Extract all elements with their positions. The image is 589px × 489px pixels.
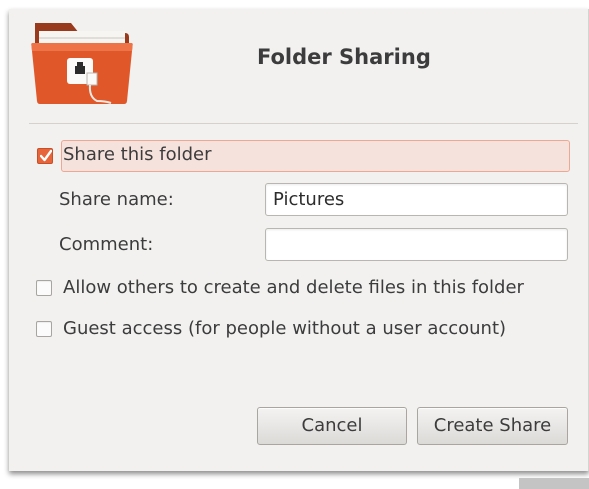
share-name-label: Share name: [59, 189, 174, 210]
folder-sharing-dialog: Folder Sharing Share this folder Share n… [9, 9, 589, 471]
allow-others-label[interactable]: Allow others to create and delete files … [63, 277, 524, 298]
share-folder-checkbox[interactable] [37, 148, 53, 164]
folder-share-icon [31, 23, 133, 104]
cancel-button[interactable]: Cancel [257, 407, 407, 445]
share-folder-label[interactable]: Share this folder [63, 144, 211, 165]
screen: Folder Sharing Share this folder Share n… [0, 0, 589, 489]
divider [29, 123, 578, 124]
comment-input[interactable] [265, 228, 568, 261]
allow-others-checkbox[interactable] [36, 280, 52, 296]
guest-access-checkbox[interactable] [36, 321, 52, 337]
dialog-title: Folder Sharing [257, 45, 431, 69]
guest-access-label[interactable]: Guest access (for people without a user … [63, 318, 506, 339]
checkmark-icon [40, 149, 52, 162]
window-shadow [519, 478, 589, 489]
create-share-button[interactable]: Create Share [417, 407, 568, 445]
comment-label: Comment: [59, 234, 154, 255]
share-name-input[interactable] [265, 183, 568, 216]
